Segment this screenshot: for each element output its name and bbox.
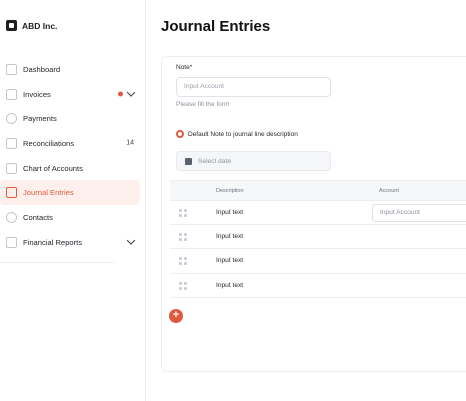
description-cell[interactable]: Input text	[216, 209, 243, 216]
drag-handle-icon[interactable]	[179, 209, 187, 217]
sidebar-item-payments[interactable]: Payments	[0, 106, 140, 131]
sidebar-item-label: Payments	[23, 114, 57, 124]
date-placeholder: Select date	[198, 157, 231, 165]
default-note-label: Default Note to journal line description	[188, 130, 298, 138]
table-header: Description Account	[170, 180, 466, 201]
table-row: Input text	[170, 225, 466, 250]
sidebar-item-label: Journal Entries	[23, 188, 74, 198]
add-line-button[interactable]: +	[169, 309, 183, 323]
sidebar: ABD Inc. Dashboard Invoices Payments Rec…	[0, 0, 146, 401]
sidebar-divider	[0, 262, 114, 263]
note-label: Note*	[176, 64, 193, 71]
notification-dot	[118, 91, 123, 97]
sidebar-item-invoices[interactable]: Invoices	[0, 82, 140, 107]
chevron-down-icon[interactable]	[126, 236, 136, 245]
sidebar-item-contacts[interactable]: Contacts	[0, 205, 140, 230]
column-header-account: Account	[379, 188, 399, 194]
brand-logo-icon	[6, 20, 17, 31]
reconciliations-count-badge: 14	[126, 139, 134, 147]
account-input[interactable]: Input Account	[372, 204, 466, 222]
description-cell[interactable]: Input text	[216, 282, 243, 289]
description-cell[interactable]: Input text	[216, 233, 243, 240]
date-picker[interactable]: Select date	[176, 151, 331, 171]
sidebar-item-label: Financial Reports	[23, 237, 83, 247]
sidebar-item-journal-entries[interactable]: Journal Entries	[0, 180, 140, 206]
note-input[interactable]: Input Account	[176, 77, 331, 97]
description-cell[interactable]: Input text	[216, 257, 243, 264]
sidebar-nav: Dashboard Invoices Payments Reconciliati…	[0, 57, 146, 255]
journal-entry-form: Note* Input Account Please fill the form…	[161, 56, 466, 372]
drag-handle-icon[interactable]	[179, 281, 187, 290]
default-note-radio[interactable]	[176, 130, 184, 138]
reconciliation-icon	[6, 137, 17, 149]
invoice-icon	[6, 88, 17, 100]
chart-of-accounts-icon	[6, 162, 17, 174]
payments-icon	[6, 113, 17, 125]
table-row: Input text	[170, 249, 466, 274]
journal-icon	[6, 187, 17, 199]
table-row: Input text Input Account	[170, 201, 466, 226]
sidebar-item-reconciliations[interactable]: Reconciliations 14	[0, 131, 140, 156]
page-title: Journal Entries	[161, 18, 271, 35]
journal-lines-table: Description Account Input text Input Acc…	[170, 180, 466, 298]
calendar-icon	[185, 157, 192, 165]
column-header-description: Description	[216, 188, 244, 194]
chevron-down-icon[interactable]	[126, 88, 136, 97]
brand-name: ABD Inc.	[22, 20, 58, 31]
default-note-option[interactable]: Default Note to journal line description	[176, 130, 298, 138]
table-row: Input text	[170, 274, 466, 298]
contacts-icon	[6, 211, 17, 223]
sidebar-item-financial-reports[interactable]: Financial Reports	[0, 230, 140, 255]
dashboard-icon	[6, 63, 17, 75]
sidebar-item-label: Invoices	[23, 89, 51, 99]
sidebar-item-label: Reconciliations	[23, 138, 75, 148]
sidebar-item-label: Dashboard	[23, 64, 61, 74]
sidebar-item-chart-of-accounts[interactable]: Chart of Accounts	[0, 156, 140, 181]
brand[interactable]: ABD Inc.	[6, 20, 57, 31]
sidebar-item-label: Contacts	[23, 212, 53, 222]
sidebar-item-label: Chart of Accounts	[23, 163, 83, 173]
form-hint: Please fill the form	[176, 101, 230, 108]
drag-handle-icon[interactable]	[179, 233, 187, 242]
drag-handle-icon[interactable]	[179, 257, 187, 266]
financial-reports-icon	[6, 236, 17, 248]
sidebar-item-dashboard[interactable]: Dashboard	[0, 57, 140, 82]
